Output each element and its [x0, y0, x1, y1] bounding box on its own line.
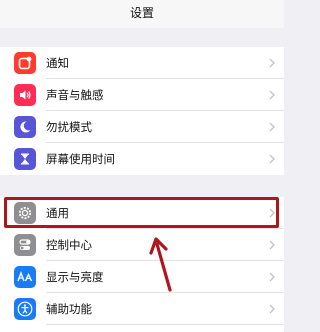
- separator: [46, 324, 284, 325]
- notifications-icon: [14, 52, 36, 74]
- navigation-bar: 设置: [0, 0, 284, 28]
- settings-item-do-not-disturb[interactable]: 勿扰模式: [0, 111, 284, 143]
- settings-item-label: 辅助功能: [46, 302, 92, 316]
- sound-icon: [14, 84, 36, 106]
- settings-item-screen-time[interactable]: 屏幕使用时间: [0, 143, 284, 175]
- settings-item-label: 屏幕使用时间: [46, 152, 115, 166]
- chevron-right-icon: [269, 122, 275, 132]
- settings-item-label: 勿扰模式: [46, 120, 92, 134]
- settings-item-notifications[interactable]: 通知: [0, 47, 284, 79]
- toggles-icon: [14, 234, 36, 256]
- accessibility-icon: [14, 298, 36, 320]
- hourglass-icon: [14, 148, 36, 170]
- settings-item-sounds[interactable]: 声音与触感: [0, 79, 284, 111]
- settings-item-label: 显示与亮度: [46, 270, 104, 284]
- settings-item-control-center[interactable]: 控制中心: [0, 229, 284, 261]
- chevron-right-icon: [269, 304, 275, 314]
- highlight-box: [4, 197, 279, 228]
- page-title: 设置: [129, 6, 154, 20]
- chevron-right-icon: [269, 90, 275, 100]
- chevron-right-icon: [269, 154, 275, 164]
- pointer-arrow-icon: [149, 237, 172, 292]
- moon-icon: [14, 116, 36, 138]
- settings-item-accessibility[interactable]: 辅助功能: [0, 293, 284, 325]
- settings-group-1: 通知 声音与触感 勿扰模式 屏幕使用时间: [0, 47, 284, 175]
- text-size-icon: [14, 266, 36, 288]
- settings-item-label: 控制中心: [46, 238, 92, 252]
- settings-item-label: 声音与触感: [46, 88, 104, 102]
- settings-item-display-brightness[interactable]: 显示与亮度: [0, 261, 284, 293]
- chevron-right-icon: [269, 240, 275, 250]
- settings-item-label: 通知: [46, 56, 69, 70]
- chevron-right-icon: [269, 272, 275, 282]
- chevron-right-icon: [269, 58, 275, 68]
